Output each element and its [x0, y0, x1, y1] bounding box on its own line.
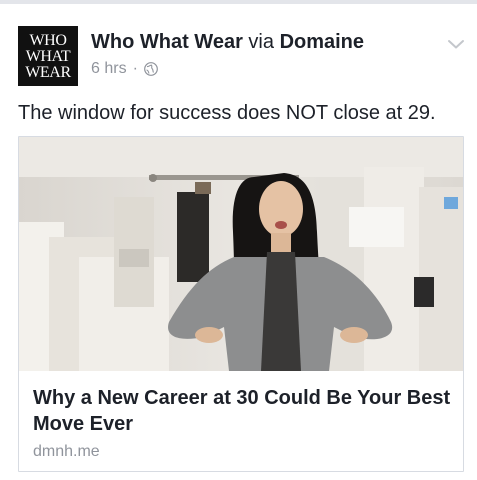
source-name[interactable]: Domaine: [280, 31, 364, 53]
link-preview-image[interactable]: [19, 137, 463, 371]
globe-icon: [144, 62, 158, 76]
avatar-line-2: WHAT: [25, 48, 71, 65]
link-domain: dmnh.me: [33, 443, 100, 460]
page-avatar[interactable]: WHO WHAT WEAR: [18, 26, 78, 86]
link-preview-text: Why a New Career at 30 Could Be Your Bes…: [33, 385, 453, 461]
meta-separator: ·: [132, 60, 138, 77]
post-header: Who What Wear via Domaine: [91, 30, 364, 54]
avatar-line-1: WHO: [29, 32, 67, 49]
author-name[interactable]: Who What Wear: [91, 31, 243, 53]
post-time[interactable]: 6 hrs: [91, 60, 127, 78]
avatar-line-3: WEAR: [25, 64, 71, 81]
chevron-down-icon[interactable]: [447, 38, 465, 50]
post-meta: 6 hrs ·: [91, 60, 158, 78]
post-message: The window for success does NOT close at…: [18, 102, 436, 124]
link-title[interactable]: Why a New Career at 30 Could Be Your Bes…: [33, 385, 453, 437]
via-text: via: [248, 31, 274, 53]
feed-post: WHO WHAT WEAR Who What Wear via Domaine …: [0, 4, 477, 480]
link-preview-card[interactable]: Why a New Career at 30 Could Be Your Bes…: [18, 136, 464, 472]
